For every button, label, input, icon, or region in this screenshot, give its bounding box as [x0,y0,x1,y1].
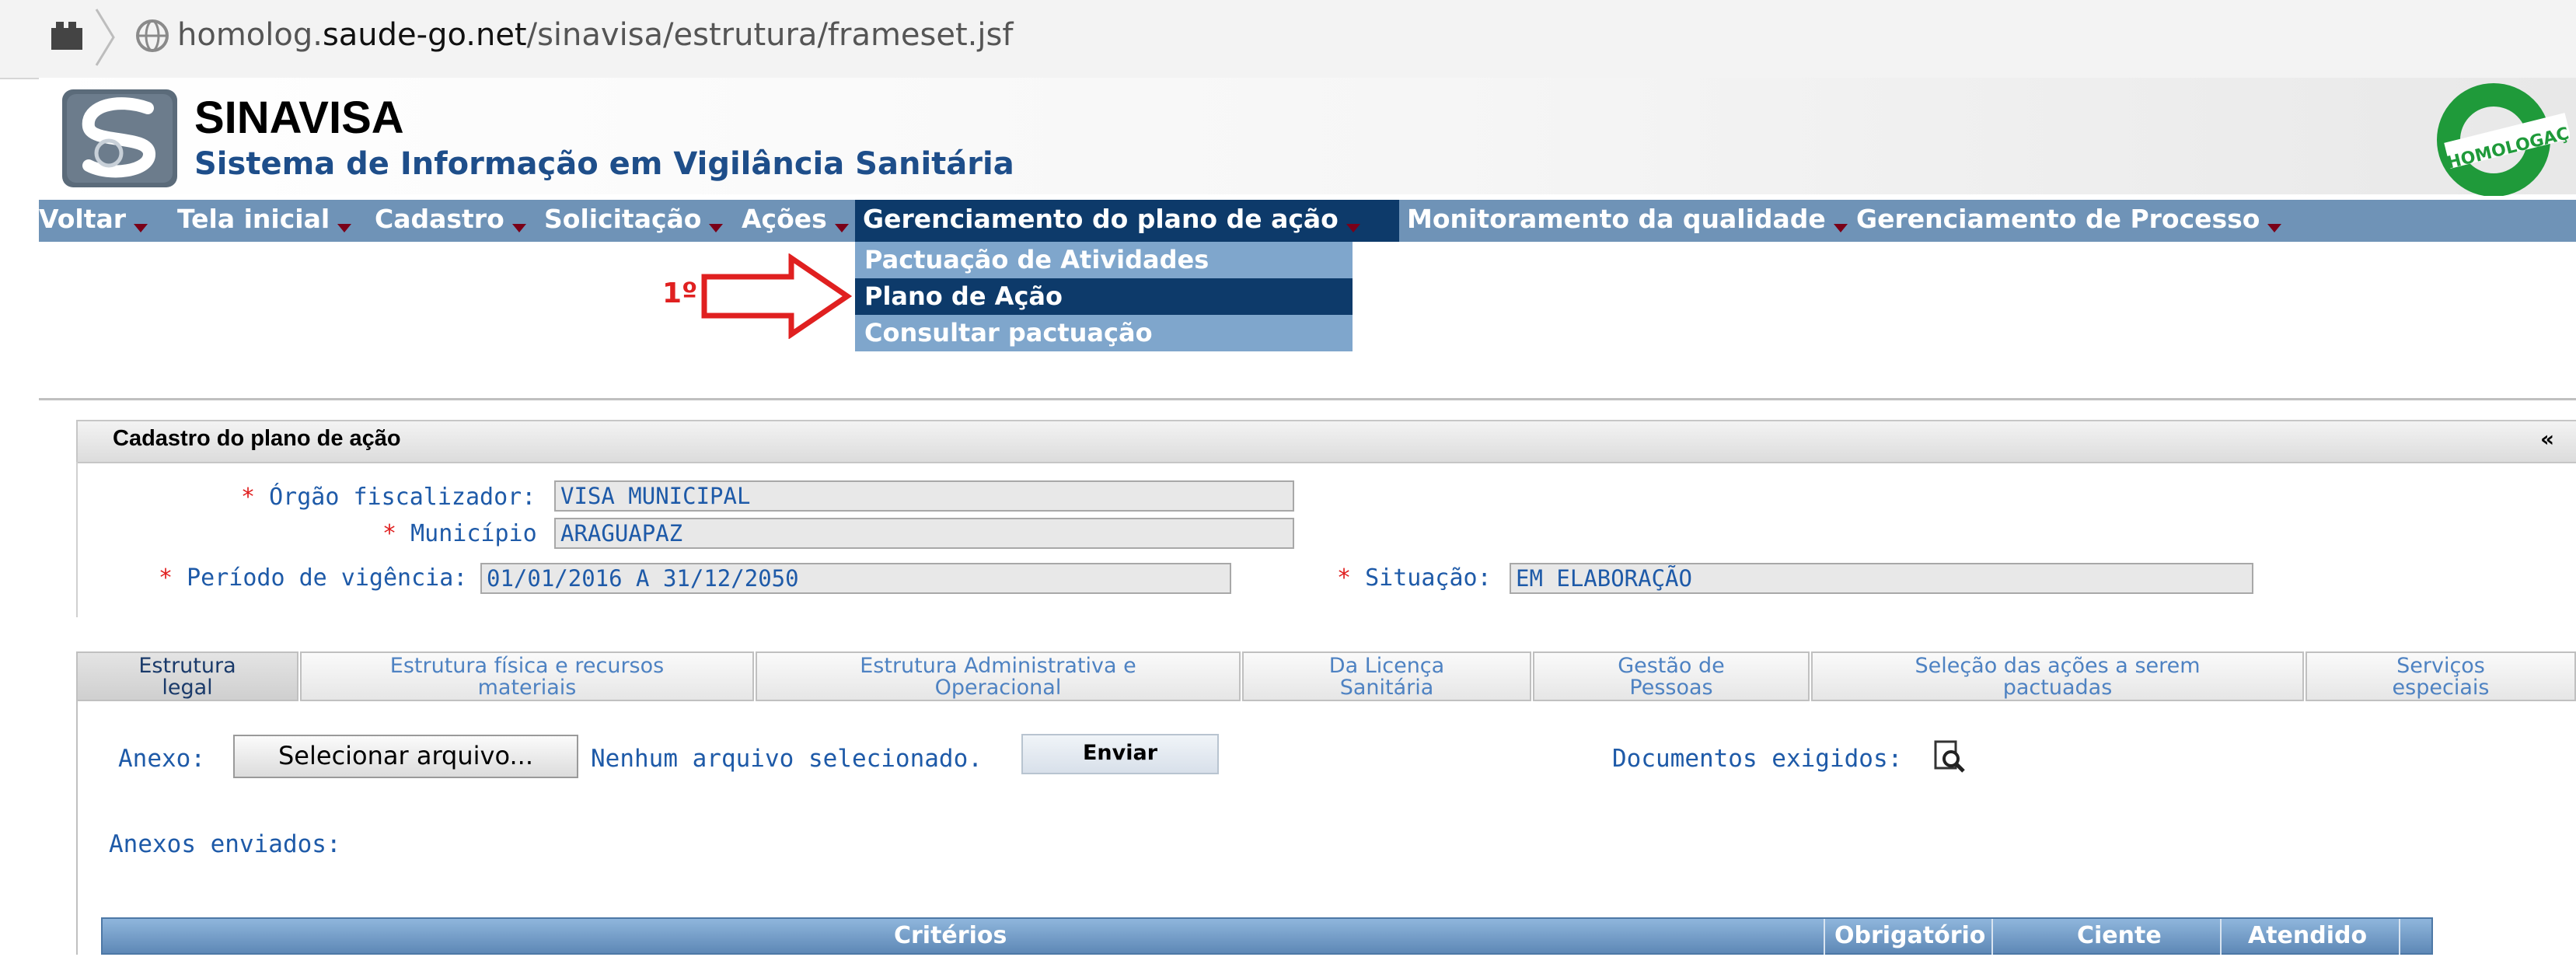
situacao-label: * Situação: [1337,564,1492,592]
no-file-text: Nenhum arquivo selecionado. [591,745,983,773]
caret-down-icon [834,224,849,232]
tab-line2: pactuadas [2002,676,2113,700]
column-divider [2399,919,2400,955]
anexo-label: Anexo: [118,745,205,773]
panel-header [76,420,2576,463]
menu-label: Cadastro [375,204,504,234]
tab-line2: Operacional [934,676,1062,700]
menu-label: Solicitação [544,204,702,234]
menu-acoes[interactable]: Ações [742,200,853,242]
tab-estrutura-legal[interactable]: Estrutura legal [76,651,298,701]
column-divider [1991,919,1993,955]
send-button[interactable]: Enviar [1021,734,1219,774]
app-subtitle: Sistema de Informação em Vigilância Sani… [194,146,1014,182]
breadcrumb-chevron-icon [93,6,117,72]
orgao-label: * Órgão fiscalizador: [241,484,536,511]
sinavisa-logo [62,89,177,187]
tab-estrutura-fisica[interactable]: Estrutura física e recursos materiais [300,651,754,701]
caret-down-icon [2267,224,2282,232]
tab-line1: Gestão de [1618,654,1725,678]
tab-gestao-pessoas[interactable]: Gestão de Pessoas [1533,651,1810,701]
tab-line2: especiais [2392,676,2490,700]
tab-line1: Estrutura física e recursos [389,654,665,678]
tab-line2: Sanitária [1339,676,1434,700]
collapse-icon[interactable]: « [2540,426,2554,452]
required-asterisk: * [382,520,397,547]
menu-monitoramento[interactable]: Monitoramento da qualidade [1407,200,1848,242]
menu-label: Gerenciamento de Processo [1856,204,2260,234]
tab-line1: Serviços [2396,654,2485,678]
orgao-field[interactable]: VISA MUNICIPAL [554,480,1294,512]
tab-line1: Estrutura Administrativa e [860,654,1136,678]
url-host: homolog. [177,17,323,53]
column-divider [2220,919,2222,955]
th-atendido: Atendido [2248,922,2368,949]
url-path: /sinavisa/estrutura/frameset.jsf [526,17,1014,53]
tab-line1: Seleção das ações a serem [1915,654,2201,678]
th-criterios: Critérios [894,922,1007,949]
plano-dropdown: Pactuação de Atividades Plano de Ação Co… [855,242,1353,351]
situacao-field[interactable]: EM ELABORAÇÃO [1510,563,2253,594]
menu-label: Ações [742,204,827,234]
periodo-label-text: Período de vigência: [187,564,468,592]
menu-label: Voltar [39,204,127,234]
caret-down-icon [709,224,724,232]
menu-label: Monitoramento da qualidade [1407,204,1826,234]
annotation-label: 1º [662,278,698,309]
tab-line2: Pessoas [1629,676,1713,700]
url-text[interactable]: homolog.saude-go.net/sinavisa/estrutura/… [177,17,1013,53]
browser-url-bar: homolog.saude-go.net/sinavisa/estrutura/… [0,0,2576,79]
tab-line2: materiais [477,676,577,700]
menu-solicitacao[interactable]: Solicitação [544,200,735,242]
menu-gerenciamento-plano[interactable]: Gerenciamento do plano de ação [855,200,1399,242]
main-menubar: Voltar Tela inicial Cadastro Solicitação… [39,200,2576,242]
caret-down-icon [337,224,352,232]
tabs-grid-icon[interactable] [50,20,84,51]
menu-cadastro[interactable]: Cadastro [375,200,538,242]
sent-label: Anexos enviados: [109,830,341,858]
menu-label: Gerenciamento do plano de ação [863,204,1339,234]
menu-tela-inicial[interactable]: Tela inicial [177,200,364,242]
dropdown-item-plano-de-acao[interactable]: Plano de Ação [855,278,1353,315]
column-divider [1824,919,1825,955]
menu-label: Tela inicial [177,204,330,234]
th-obrigatorio: Obrigatório [1834,922,1986,949]
tab-selecao-acoes[interactable]: Seleção das ações a serem pactuadas [1811,651,2304,701]
municipio-label: * Município [382,520,537,547]
required-asterisk: * [159,564,173,592]
tab-line1: Estrutura [138,654,236,678]
caret-down-icon [511,224,526,232]
homologacao-badge: HOMOLOGAÇÃO [2422,81,2576,197]
globe-icon [135,19,169,56]
periodo-field[interactable]: 01/01/2016 A 31/12/2050 [480,563,1231,594]
app-title: SINAVISA [194,93,404,143]
docs-label: Documentos exigidos: [1612,745,1903,773]
municipio-field[interactable]: ARAGUAPAZ [554,518,1294,549]
tab-estrutura-administrativa[interactable]: Estrutura Administrativa e Operacional [756,651,1241,701]
periodo-label: * Período de vigência: [159,564,467,592]
orgao-label-text: Órgão fiscalizador: [269,484,536,511]
caret-down-icon [134,224,148,232]
tab-line1: Da Licença [1328,654,1445,678]
caret-down-icon [1833,224,1848,232]
tab-licenca-sanitaria[interactable]: Da Licença Sanitária [1242,651,1531,701]
document-search-icon[interactable] [1932,739,1967,776]
municipio-label-text: Município [410,520,537,547]
th-ciente: Ciente [2077,922,2162,949]
caret-down-icon [1346,224,1360,232]
required-asterisk: * [1337,564,1352,592]
dropdown-item-pactuacao[interactable]: Pactuação de Atividades [864,242,1209,278]
required-asterisk: * [241,484,256,511]
menu-voltar[interactable]: Voltar [39,200,168,242]
tab-line2: legal [162,676,213,700]
menu-gerenciamento-processo[interactable]: Gerenciamento de Processo [1856,200,2282,242]
tab-servicos-especiais[interactable]: Serviços especiais [2305,651,2576,701]
panel-title: Cadastro do plano de ação [113,426,401,451]
situacao-label-text: Situação: [1365,564,1492,592]
dropdown-item-consultar[interactable]: Consultar pactuação [864,315,1153,351]
red-arrow-icon [700,253,853,342]
url-domain: saude-go.net [322,17,527,53]
choose-file-button[interactable]: Selecionar arquivo... [233,735,578,778]
